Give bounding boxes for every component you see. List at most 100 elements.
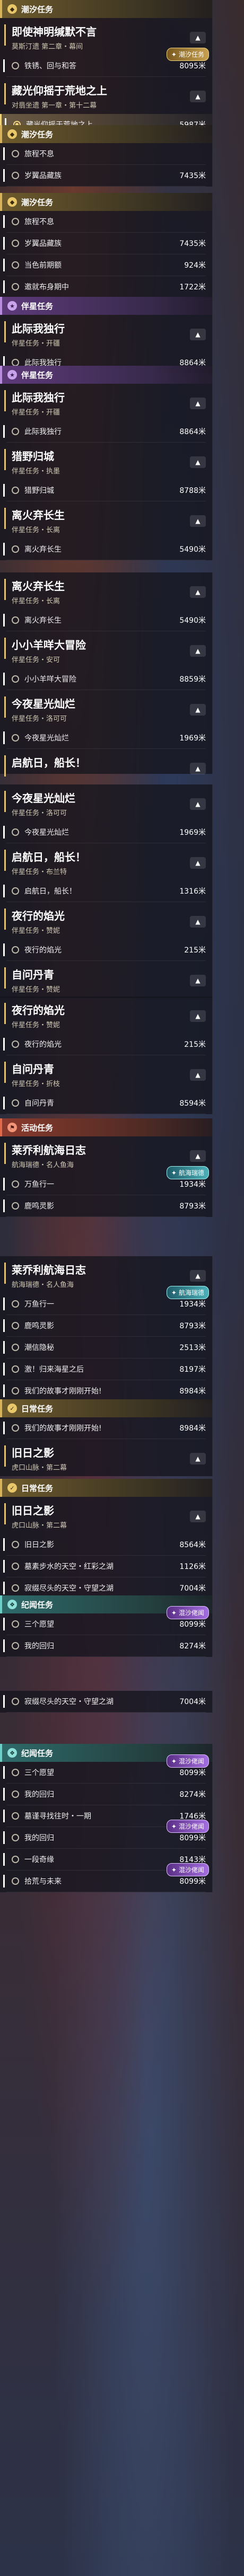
step-status-icon [12,240,19,247]
quest-step[interactable]: 旅程不息 [0,211,212,232]
quest-entry[interactable]: 夜行的焰光 伴星任务・赞妮 ▲ [0,996,212,1034]
quest-title: 此际我独行 [12,391,65,404]
quest-entry[interactable]: 自问丹青 伴星任务・赞妮 ▲ [0,961,212,998]
collapse-caret-icon[interactable]: ▲ [190,1150,206,1162]
step-distance: 7435米 [179,240,206,248]
step-label: 夜行的焰光 [24,946,62,955]
collapse-caret-icon[interactable]: ▲ [190,857,206,869]
quest-subtitle: 伴星任务・洛可可 [12,715,67,723]
quest-step[interactable]: 岁翼品藏族 7435米 [0,165,212,186]
quest-step[interactable]: 夜行的焰光 215米 [0,939,212,960]
quest-entry[interactable]: 离火弃长生 伴星任务・长离 ▲ [0,501,212,539]
collapse-caret-icon[interactable]: ▲ [190,763,206,774]
collapse-caret-icon[interactable]: ▲ [190,645,206,657]
quest-step[interactable]: 邀就布身期中 1722米 [0,276,212,297]
quest-step[interactable]: 启航日，船长！ 1316米 [0,880,212,902]
quest-step[interactable]: 旧日之影 8564米 [0,1534,212,1555]
quest-entry[interactable]: 此际我独行 伴星任务・开疆 ▲ [0,315,212,352]
quest-step[interactable]: 离火弃长生 5490米 [0,539,212,560]
collapse-caret-icon[interactable]: ▲ [190,515,206,527]
collapse-caret-icon[interactable]: ▲ [190,91,206,102]
collapse-caret-icon[interactable]: ▲ [190,704,206,716]
quest-entry[interactable]: 小小羊咩大冒险 伴星任务・安可 ▲ [0,631,212,668]
quest-entry[interactable]: 猎野归城 伴星任务・执墨 ▲ [0,443,212,480]
quest-step[interactable]: 鹿鸣灵影 8793米 [0,1315,212,1336]
step-distance: 7435米 [179,172,206,180]
quest-entry[interactable]: 今夜星光灿烂 伴星任务・洛可可 ▲ [0,784,212,822]
collapse-caret-icon[interactable]: ▲ [190,798,206,810]
collapse-caret-icon[interactable]: ▲ [190,456,206,468]
quest-step[interactable]: 墓素步水的天空・红彩之湖 1126米 [0,1556,212,1577]
quest-panel: 夜行的焰光 伴星任务・赞妮 ▲ 夜行的焰光 215米 自问丹青 伴星任务・折枝 ▲ 自问丹青 85… [0,996,213,1114]
quest-title: 即使神明缄默不言 [12,25,97,38]
quest-entry[interactable]: 自问丹青 伴星任务・折枝 ▲ [0,1055,212,1092]
quest-step[interactable]: 夜行的焰光 215米 [0,1034,212,1055]
collapse-caret-icon[interactable]: ▲ [190,1453,206,1465]
collapse-caret-icon[interactable]: ▲ [190,586,206,598]
quest-step[interactable]: 我的回归 8099米 ✦ 混沙佬闻 [0,1820,212,1848]
quest-category-header[interactable]: ◆ 潮汐任务 [0,125,212,143]
badge-emblem-icon: ✦ [171,1289,177,1296]
step-indicator [3,1582,5,1594]
quest-step[interactable]: 此际我独行 8864米 [0,421,212,442]
quest-entry[interactable]: 离火弃长生 伴星任务・长离 ▲ [0,572,212,610]
step-label: 激！归来海星之后 [24,1365,84,1374]
quest-category-header[interactable]: ◆ 潮汐任务 [0,0,212,18]
quest-step[interactable]: 拾荒与未来 8099米 ✦ 混沙佬闻 [0,1863,212,1892]
step-distance: 8274米 [179,1790,206,1799]
quest-step[interactable]: 铁锈、回与和答 8095米 ✦ 潮汐任务 [0,48,212,76]
collapse-caret-icon[interactable]: ▲ [190,1069,206,1081]
flag-icon: ⚑ [7,1123,17,1132]
quest-step[interactable]: 寂缀尽头的天空・守望之湖 7004米 [0,1691,212,1712]
step-label: 旅程不息 [24,150,54,158]
collapse-caret-icon[interactable]: ▲ [190,975,206,986]
collapse-caret-icon[interactable]: ▲ [190,1010,206,1022]
quest-panel: ✓ 日常任务 我们的故事才刚刚开始! 8984米 旧日之影 虎口山脉・第二幕 ▲ [0,1399,213,1476]
quest-entry[interactable]: 今夜星光灿烂 伴星任务・洛可可 ▲ [0,690,212,727]
category-title: 日常任务 [21,1483,54,1493]
category-title: 潮汐任务 [21,197,54,207]
step-indicator [3,614,5,627]
quest-entry[interactable]: 藏光仰摇于荒地之上 对翡坐遗 第一章・第十二幕 ▲ [0,77,212,114]
collapse-caret-icon[interactable]: ▲ [190,32,206,43]
collapse-caret-icon[interactable]: ▲ [190,916,206,928]
collapse-caret-icon[interactable]: ▲ [190,329,206,340]
quest-category-header[interactable]: ★ 伴星任务 [0,297,212,315]
collapse-caret-icon[interactable]: ▲ [190,1511,206,1522]
quest-step[interactable]: 我的回归 8274米 [0,1784,212,1805]
quest-category-header[interactable]: ★ 伴星任务 [0,366,212,384]
quest-entry[interactable]: 启航日，船长！ ▲ [0,749,212,777]
quest-step[interactable]: 今夜星光灿烂 1969米 [0,727,212,748]
quest-step[interactable]: 我们的故事才刚刚开始! 8984米 [0,1417,212,1439]
quest-category-header[interactable]: ✓ 日常任务 [0,1479,212,1497]
collapse-caret-icon[interactable]: ▲ [190,1270,206,1282]
quest-step[interactable]: 三个愿望 8099米 ✦ 混沙佬闻 [0,1754,212,1783]
quest-step[interactable]: 万鱼行一 1934米 ✦ 航海瑞德 [0,1286,212,1315]
quest-step[interactable]: 当色前期额 924米 [0,254,212,276]
collapse-caret-icon[interactable]: ▲ [190,398,206,409]
quest-step[interactable]: 我的回归 8274米 [0,1635,212,1656]
quest-entry[interactable]: 此际我独行 伴星任务・开疆 ▲ [0,384,212,421]
quest-step[interactable]: 万鱼行一 1934米 ✦ 航海瑞德 [0,1166,212,1195]
quest-step[interactable]: 今夜星光灿烂 1969米 [0,822,212,843]
quest-entry[interactable]: 启航日，船长！ 伴星任务・布兰特 ▲ [0,843,212,880]
quest-entry[interactable]: 旧日之影 虎口山脉・第二幕 ▲ [0,1497,212,1534]
row-divider [6,1712,206,1713]
quest-step[interactable]: 小小羊咩大冒险 8859米 [0,668,212,690]
quest-step[interactable]: 潮信隐秘 2513米 [0,1337,212,1358]
quest-step[interactable]: 岁翼品藏族 7435米 [0,233,212,254]
quest-entry[interactable]: 旧日之影 虎口山脉・第二幕 ▲ [0,1439,212,1476]
step-indicator [3,215,5,228]
quest-category-header[interactable]: ◆ 潮汐任务 [0,193,212,211]
quest-step[interactable]: 猎野归城 8788米 [0,480,212,501]
quest-step[interactable]: 旅程不息 [0,143,212,164]
quest-category-header[interactable]: ✓ 日常任务 [0,1399,212,1417]
quest-entry[interactable]: 夜行的焰光 伴星任务・赞妮 ▲ [0,902,212,939]
quest-step[interactable]: 自问丹青 8594米 [0,1092,212,1114]
quest-step[interactable]: 鹿鸣灵影 8793米 [0,1195,212,1216]
quest-step[interactable]: 我们的故事才刚刚开始! 8984米 [0,1380,212,1401]
quest-step[interactable]: 三个愿望 8099米 ✦ 混沙佬闻 [0,1606,212,1635]
quest-category-header[interactable]: ⚑ 活动任务 [0,1118,212,1136]
quest-step[interactable]: 激！归来海星之后 8197米 [0,1358,212,1380]
quest-step[interactable]: 离火弃长生 5490米 [0,610,212,631]
